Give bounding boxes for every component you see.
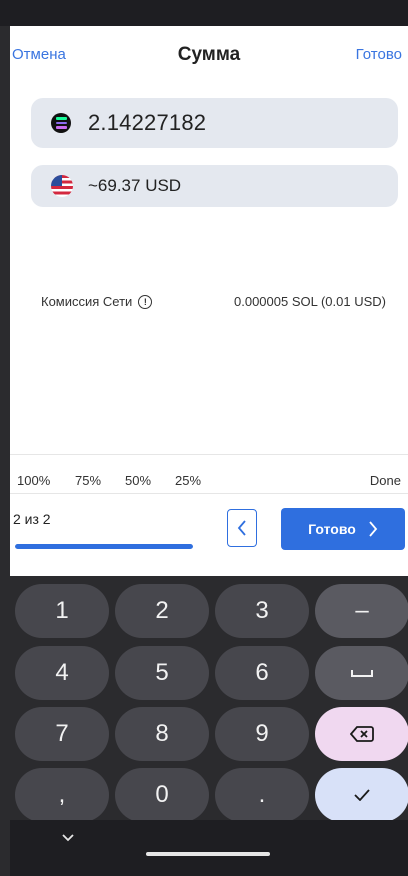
back-button[interactable] <box>227 509 257 547</box>
checkmark-icon <box>354 789 370 801</box>
key-3[interactable]: 3 <box>215 584 309 638</box>
key-period[interactable]: . <box>215 768 309 822</box>
home-indicator[interactable] <box>146 852 270 856</box>
key-0[interactable]: 0 <box>115 768 209 822</box>
done-button[interactable]: Готово <box>356 46 402 63</box>
us-flag-icon <box>51 175 73 197</box>
key-space[interactable] <box>315 646 408 700</box>
solana-coin-icon <box>51 113 71 133</box>
hide-keyboard-icon[interactable] <box>62 834 74 842</box>
key-5[interactable]: 5 <box>115 646 209 700</box>
step-indicator: 2 из 2 <box>13 511 51 527</box>
key-9[interactable]: 9 <box>215 707 309 761</box>
step-pager: 2 из 2 Готово <box>10 494 408 576</box>
space-icon <box>351 670 373 677</box>
crypto-amount-value: 2.14227182 <box>88 110 207 135</box>
numeric-keyboard: 1 2 3 – 4 5 6 7 8 9 , 0 . <box>10 576 408 822</box>
status-bar <box>0 0 408 26</box>
key-2[interactable]: 2 <box>115 584 209 638</box>
amount-sheet: Отмена Сумма Готово 2.14227182 ~69.37 US… <box>10 26 408 576</box>
key-1[interactable]: 1 <box>15 584 109 638</box>
key-4[interactable]: 4 <box>15 646 109 700</box>
key-8[interactable]: 8 <box>115 707 209 761</box>
chevron-left-icon <box>237 520 246 536</box>
page-title: Сумма <box>177 44 241 65</box>
nav-bar: Отмена Сумма Готово <box>10 26 408 86</box>
network-fee-value: 0.000005 SOL (0.01 USD) <box>234 294 386 309</box>
system-nav-bar <box>10 820 408 876</box>
key-6[interactable]: 6 <box>215 646 309 700</box>
next-button-label: Готово <box>308 521 356 537</box>
percent-bar-done-button[interactable]: Done <box>370 473 401 488</box>
percent-25-button[interactable]: 25% <box>175 473 201 488</box>
chevron-right-icon <box>369 521 377 537</box>
backspace-icon <box>350 726 374 742</box>
key-minus[interactable]: – <box>315 584 408 638</box>
crypto-amount-field[interactable]: 2.14227182 <box>31 98 398 148</box>
info-icon[interactable]: ! <box>138 294 153 309</box>
network-fee-label: Комиссия Сети ! <box>41 294 153 309</box>
key-confirm[interactable] <box>315 768 408 822</box>
next-button[interactable]: Готово <box>281 508 405 550</box>
step-progress-bar <box>15 544 193 549</box>
key-comma[interactable]: , <box>15 768 109 822</box>
network-fee-label-text: Комиссия Сети <box>41 294 133 309</box>
fiat-amount-field[interactable]: ~69.37 USD <box>31 165 398 207</box>
step-progress-fill <box>15 544 193 549</box>
key-backspace[interactable] <box>315 707 408 761</box>
percent-shortcut-bar: 100% 75% 50% 25% Done <box>10 454 408 494</box>
percent-100-button[interactable]: 100% <box>17 473 50 488</box>
fiat-amount-value: ~69.37 USD <box>88 176 182 195</box>
percent-50-button[interactable]: 50% <box>125 473 151 488</box>
key-7[interactable]: 7 <box>15 707 109 761</box>
percent-75-button[interactable]: 75% <box>75 473 101 488</box>
